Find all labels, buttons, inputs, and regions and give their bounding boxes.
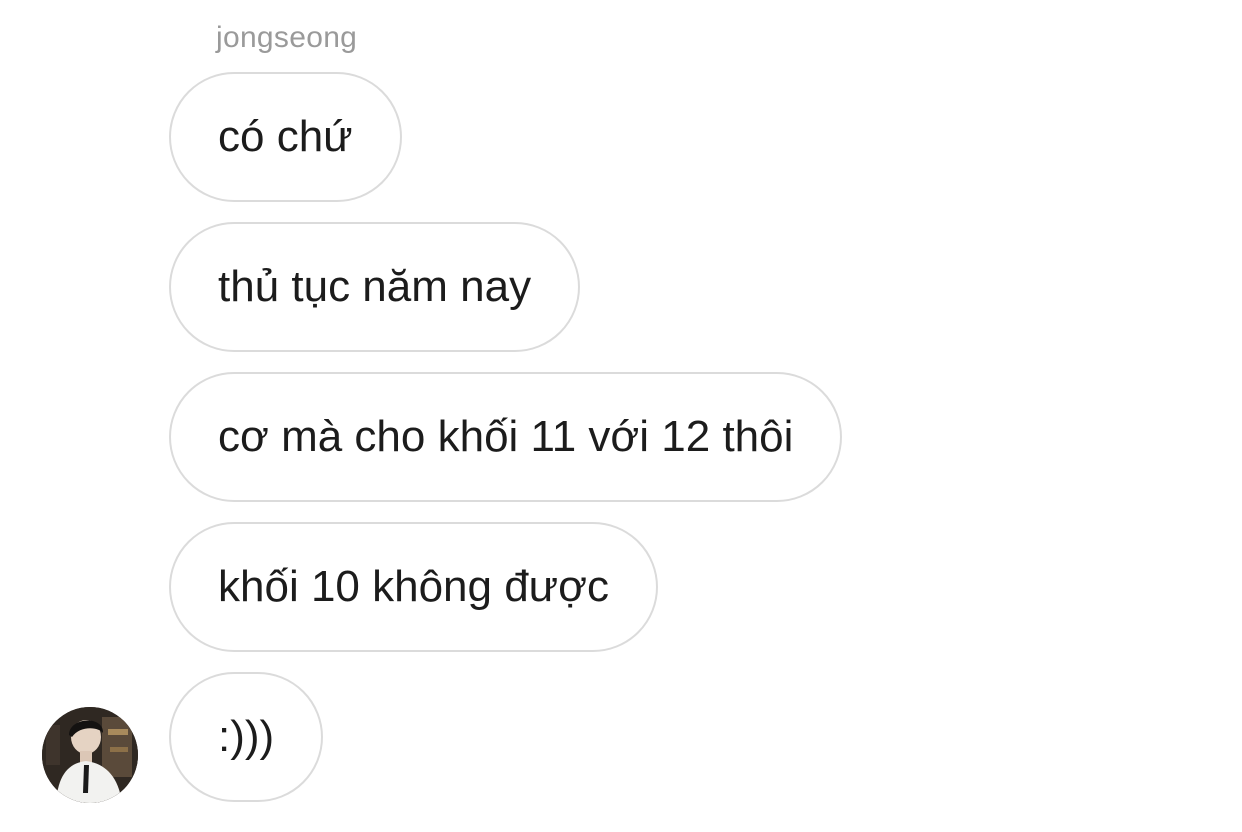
message-bubble[interactable]: cơ mà cho khối 11 với 12 thôi: [169, 372, 843, 502]
message-bubble[interactable]: :))): [169, 672, 324, 802]
message-bubble[interactable]: khối 10 không được: [169, 522, 658, 652]
message-text: khối 10 không được: [218, 562, 609, 611]
message-text: có chứ: [218, 112, 353, 161]
avatar-photo-icon: [42, 707, 138, 803]
sender-avatar[interactable]: [42, 707, 138, 803]
message-text: :))): [218, 712, 275, 761]
message-group: có chứ thủ tục năm nay cơ mà cho khối 11…: [169, 72, 843, 802]
sender-name: jongseong: [216, 21, 358, 54]
message-bubble[interactable]: có chứ: [169, 72, 402, 202]
message-text: cơ mà cho khối 11 với 12 thôi: [218, 412, 794, 461]
message-bubble[interactable]: thủ tục năm nay: [169, 222, 581, 352]
message-text: thủ tục năm nay: [218, 262, 532, 311]
